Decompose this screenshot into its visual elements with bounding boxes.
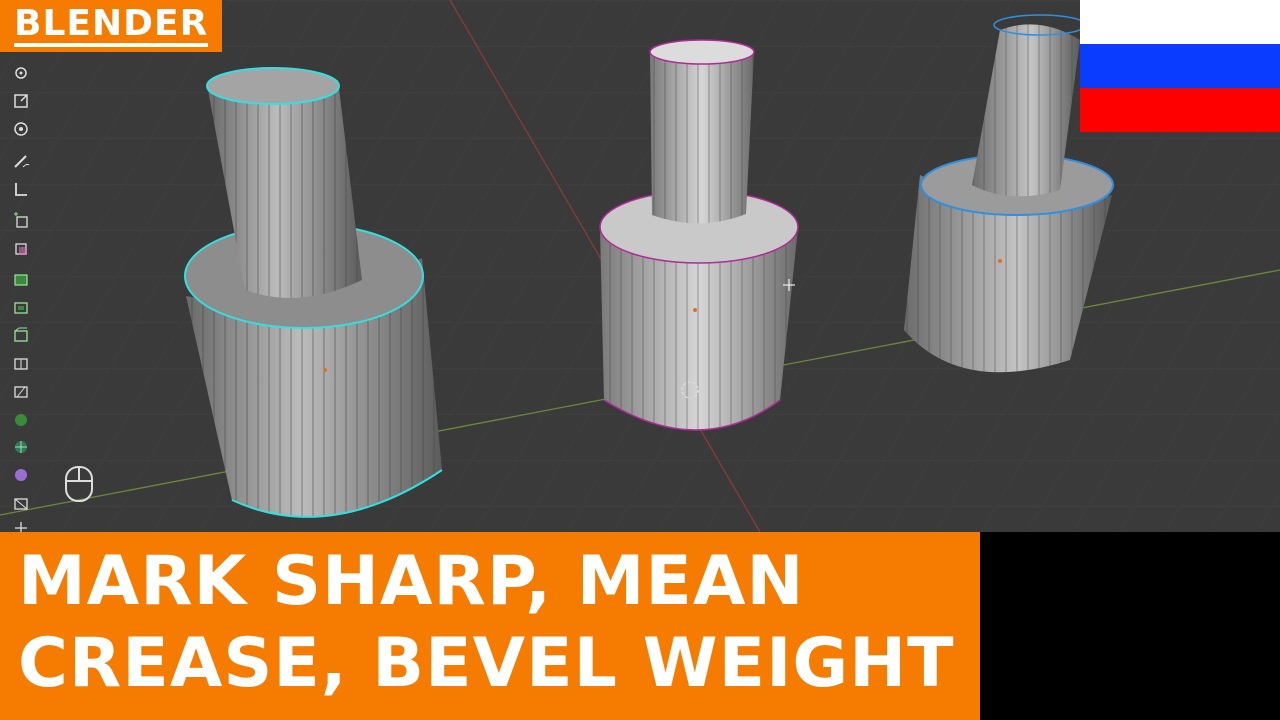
russian-flag-icon bbox=[1080, 0, 1280, 132]
spin-icon[interactable] bbox=[10, 408, 32, 430]
measure-icon[interactable] bbox=[10, 178, 32, 200]
title-banner: MARK SHARP, MEAN CREASE, BEVEL WEIGHT bbox=[0, 532, 980, 720]
flag-stripe-red bbox=[1080, 88, 1280, 132]
scale-icon[interactable] bbox=[10, 90, 32, 112]
poly-build-icon[interactable] bbox=[10, 380, 32, 402]
annotate-icon[interactable] bbox=[10, 150, 32, 172]
tool-shelf bbox=[6, 58, 36, 532]
add-cube-icon[interactable] bbox=[10, 210, 32, 232]
rotate-icon[interactable] bbox=[10, 118, 32, 140]
app-badge-label: BLENDER bbox=[14, 5, 209, 47]
transform-icon[interactable] bbox=[10, 62, 32, 84]
title-line-1: MARK SHARP, MEAN bbox=[18, 542, 805, 621]
flag-stripe-white bbox=[1080, 0, 1280, 44]
inset-icon[interactable] bbox=[10, 268, 32, 290]
flag-stripe-blue bbox=[1080, 44, 1280, 88]
smooth-icon[interactable] bbox=[10, 436, 32, 458]
shear-icon[interactable] bbox=[10, 492, 32, 514]
app-badge: BLENDER bbox=[0, 0, 223, 52]
title-line-2: CREASE, BEVEL WEIGHT bbox=[18, 624, 955, 703]
extrude-icon[interactable] bbox=[10, 238, 32, 260]
loop-cut-icon[interactable] bbox=[10, 324, 32, 346]
rip-icon[interactable] bbox=[10, 516, 32, 532]
bevel-icon[interactable] bbox=[10, 296, 32, 318]
shrink-fatten-icon[interactable] bbox=[10, 464, 32, 486]
knife-icon[interactable] bbox=[10, 352, 32, 374]
mouse-icon bbox=[65, 466, 93, 502]
